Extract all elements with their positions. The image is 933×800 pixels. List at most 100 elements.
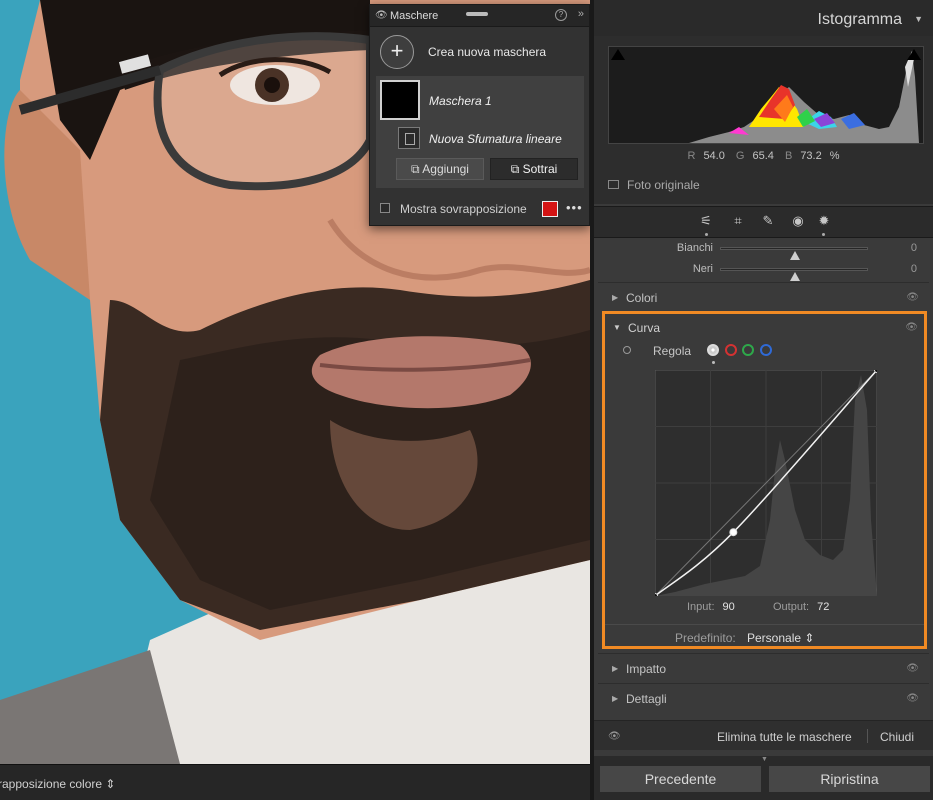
section-title: Curva bbox=[628, 321, 661, 335]
preset-dropdown[interactable]: Personale ⇕ bbox=[747, 631, 814, 645]
channel-red-button[interactable] bbox=[725, 344, 737, 356]
slider-value[interactable]: 0 bbox=[911, 263, 917, 275]
b-value: 73.2 bbox=[800, 150, 822, 162]
input-readout: Input: 90 bbox=[687, 601, 735, 613]
plus-icon: + bbox=[380, 35, 414, 69]
preset-row: Predefinito: Personale ⇕ bbox=[605, 624, 924, 645]
eye-icon[interactable]: 👁 bbox=[906, 663, 919, 674]
section-colors[interactable]: ▶ Colori 👁 bbox=[598, 282, 929, 312]
mask-thumbnail[interactable] bbox=[380, 80, 420, 120]
eye-icon[interactable]: 👁 bbox=[375, 10, 388, 21]
slider-label: Neri bbox=[692, 263, 713, 275]
original-photo-label: Foto originale bbox=[627, 178, 700, 192]
mask-name[interactable]: Maschera 1 bbox=[429, 94, 492, 108]
mask-item[interactable]: Maschera 1 Nuova Sfumatura lineare ⧉ Agg… bbox=[376, 76, 584, 188]
app-window: rapposizione colore ⇕ 👁 Maschere ? » + C… bbox=[0, 0, 933, 800]
sliders-icon[interactable]: ⚟ bbox=[698, 213, 714, 229]
slider-whites: Bianchi 0 bbox=[598, 239, 929, 260]
triangle-down-icon[interactable]: ▼ bbox=[914, 14, 923, 24]
r-value: 54.0 bbox=[703, 150, 725, 162]
output-value: 72 bbox=[817, 601, 830, 613]
section-curve: ▼ Curva 👁 Regola Input: 90 Output: 72 Pr… bbox=[602, 311, 927, 649]
eye-icon[interactable]: 👁 bbox=[906, 693, 919, 704]
histogram-header[interactable]: Istogramma ▼ bbox=[594, 0, 933, 36]
heal-icon[interactable]: ✎ bbox=[760, 213, 776, 229]
masks-panel-header[interactable]: 👁 Maschere ? » bbox=[370, 5, 589, 27]
mask-actions-bar: 👁 Elimina tutte le maschere Chiudi bbox=[594, 720, 933, 750]
eye-icon[interactable]: 👁 bbox=[906, 292, 919, 303]
drag-handle[interactable] bbox=[466, 12, 488, 16]
delete-all-masks-button[interactable]: Elimina tutte le maschere bbox=[717, 730, 852, 744]
mask-component-name[interactable]: Nuova Sfumatura lineare bbox=[429, 132, 562, 146]
active-dot bbox=[822, 233, 825, 236]
help-icon[interactable]: ? bbox=[555, 9, 567, 21]
eye-icon[interactable]: 👁 bbox=[608, 731, 621, 742]
triangle-right-icon: ▶ bbox=[612, 293, 619, 302]
channel-rgb-button[interactable] bbox=[707, 344, 719, 356]
adjust-label: Regola bbox=[653, 344, 692, 358]
slider-value[interactable]: 0 bbox=[911, 242, 917, 254]
g-value: 65.4 bbox=[752, 150, 774, 162]
section-title: Colori bbox=[626, 291, 658, 305]
original-photo-toggle[interactable]: Foto originale bbox=[608, 178, 700, 192]
crop-icon[interactable]: ⌗ bbox=[730, 213, 746, 229]
r-label: R bbox=[687, 150, 696, 162]
masks-panel-title: Maschere bbox=[390, 10, 439, 22]
channel-green-button[interactable] bbox=[742, 344, 754, 356]
histogram-svg bbox=[609, 51, 919, 143]
histogram-graph[interactable] bbox=[608, 46, 924, 144]
linear-gradient-icon[interactable] bbox=[398, 127, 420, 149]
triangle-down-icon: ▼ bbox=[761, 756, 768, 763]
redeye-icon[interactable]: ◉ bbox=[790, 213, 806, 229]
adjustments-panel: Bianchi 0 Neri 0 ▶ Colori 👁 ▼ Curva 👁 Re… bbox=[598, 238, 929, 748]
target-adjust-icon[interactable] bbox=[623, 346, 631, 354]
collapse-icon[interactable]: » bbox=[578, 8, 584, 20]
add-label: Aggiungi bbox=[422, 162, 469, 176]
eye-icon[interactable]: 👁 bbox=[905, 322, 918, 333]
subtract-label: Sottrai bbox=[522, 162, 558, 176]
histogram-title: Istogramma bbox=[817, 11, 902, 28]
overlay-color-dropdown[interactable]: rapposizione colore ⇕ bbox=[0, 777, 115, 791]
input-label: Input: bbox=[687, 601, 715, 613]
histogram-panel: R 54.0 G 65.4 B 73.2% Foto originale bbox=[594, 36, 933, 204]
right-panel: Istogramma ▼ R 54.0 G 65.4 B 73.2 % Foto… bbox=[590, 0, 933, 800]
close-button[interactable]: Chiudi bbox=[880, 730, 914, 744]
slider-knob[interactable] bbox=[790, 272, 800, 281]
output-readout: Output: 72 bbox=[773, 601, 829, 613]
create-mask-button[interactable]: + Crea nuova maschera bbox=[380, 35, 580, 69]
footer-bar: ▼ Precedente Ripristina bbox=[594, 756, 933, 800]
add-icon: ⧉ bbox=[411, 162, 423, 176]
triangle-right-icon: ▶ bbox=[612, 694, 619, 703]
section-title: Dettagli bbox=[626, 692, 667, 706]
active-dot bbox=[705, 233, 708, 236]
b-label: B bbox=[784, 150, 793, 162]
shadow-clipping-icon[interactable] bbox=[611, 49, 625, 60]
curve-control-point[interactable] bbox=[729, 528, 738, 537]
section-title: Impatto bbox=[626, 662, 667, 676]
add-button[interactable]: ⧉ Aggiungi bbox=[396, 158, 484, 180]
tone-curve-graph[interactable] bbox=[655, 370, 877, 596]
masks-panel: 👁 Maschere ? » + Crea nuova maschera Mas… bbox=[369, 4, 590, 226]
rgb-readout: R 54.0 G 65.4 B 73.2% bbox=[594, 150, 933, 162]
more-options-icon[interactable]: ••• bbox=[566, 200, 583, 215]
slider-track[interactable] bbox=[720, 247, 868, 260]
triangle-down-icon: ▼ bbox=[613, 323, 621, 332]
highlight-clipping-icon[interactable] bbox=[907, 49, 921, 60]
triangle-right-icon: ▶ bbox=[612, 664, 619, 673]
g-label: G bbox=[735, 150, 745, 162]
show-overlay-checkbox[interactable] bbox=[380, 203, 390, 213]
section-impact[interactable]: ▶ Impatto 👁 bbox=[598, 653, 929, 683]
previous-button[interactable]: Precedente bbox=[599, 765, 762, 793]
overlay-color-swatch[interactable] bbox=[542, 201, 558, 217]
show-overlay-label: Mostra sovrapposizione bbox=[400, 202, 527, 216]
section-details[interactable]: ▶ Dettagli 👁 bbox=[598, 683, 929, 713]
slider-label: Bianchi bbox=[676, 242, 713, 254]
subtract-button[interactable]: ⧉ Sottrai bbox=[490, 158, 578, 180]
slider-knob[interactable] bbox=[790, 251, 800, 260]
slider-track[interactable] bbox=[720, 268, 868, 281]
preset-label: Predefinito: bbox=[675, 631, 736, 645]
percent-label: % bbox=[829, 150, 840, 162]
reset-button[interactable]: Ripristina bbox=[768, 765, 931, 793]
channel-blue-button[interactable] bbox=[760, 344, 772, 356]
masking-icon[interactable]: ✹ bbox=[816, 213, 832, 229]
